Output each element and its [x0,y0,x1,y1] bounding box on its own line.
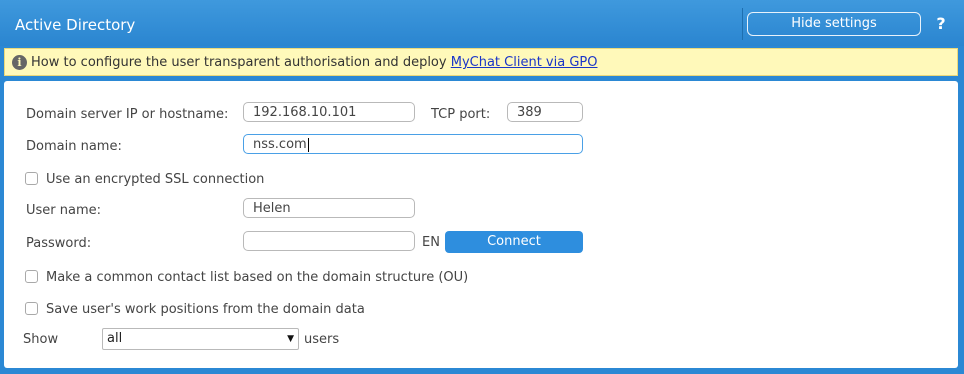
server-label: Domain server IP or hostname: [26,107,229,122]
connect-button[interactable]: Connect [445,231,583,253]
hide-settings-button[interactable]: Hide settings [747,12,921,36]
domain-input[interactable]: nss.com [243,134,583,154]
ssl-checkbox[interactable] [25,172,38,185]
port-input[interactable]: 389 [507,102,583,122]
window-header: Active Directory Hide settings ? [0,0,964,46]
show-label: Show [23,332,59,347]
settings-panel: Domain server IP or hostname: 192.168.10… [4,81,958,368]
info-banner: i How to configure the user transparent … [4,48,958,76]
keyboard-language-indicator: EN [422,235,440,250]
username-label: User name: [26,203,102,218]
domain-input-value: nss.com [253,137,307,152]
show-select-value: all [107,331,123,346]
info-text-row: How to configure the user transparent au… [31,55,597,70]
ssl-label: Use an encrypted SSL connection [46,172,265,187]
port-label: TCP port: [431,107,491,122]
ou-label: Make a common contact list based on the … [46,270,469,285]
positions-checkbox[interactable] [25,302,38,315]
ou-checkbox[interactable] [25,270,38,283]
password-input[interactable] [243,231,415,251]
header-divider [742,8,743,40]
info-text: How to configure the user transparent au… [31,55,447,70]
help-icon[interactable]: ? [934,14,948,33]
gpo-help-link[interactable]: MyChat Client via GPO [451,55,598,70]
dropdown-arrow-icon: ▼ [287,334,294,344]
username-input[interactable]: Helen [243,198,415,218]
users-suffix-label: users [304,332,340,347]
show-users-select[interactable]: all ▼ [102,328,299,350]
positions-label: Save user's work positions from the doma… [46,302,365,317]
domain-label: Domain name: [26,139,122,154]
text-caret [307,137,309,152]
info-icon: i [12,55,27,70]
server-input[interactable]: 192.168.10.101 [243,102,415,122]
password-label: Password: [26,236,92,251]
page-title: Active Directory [15,16,136,34]
